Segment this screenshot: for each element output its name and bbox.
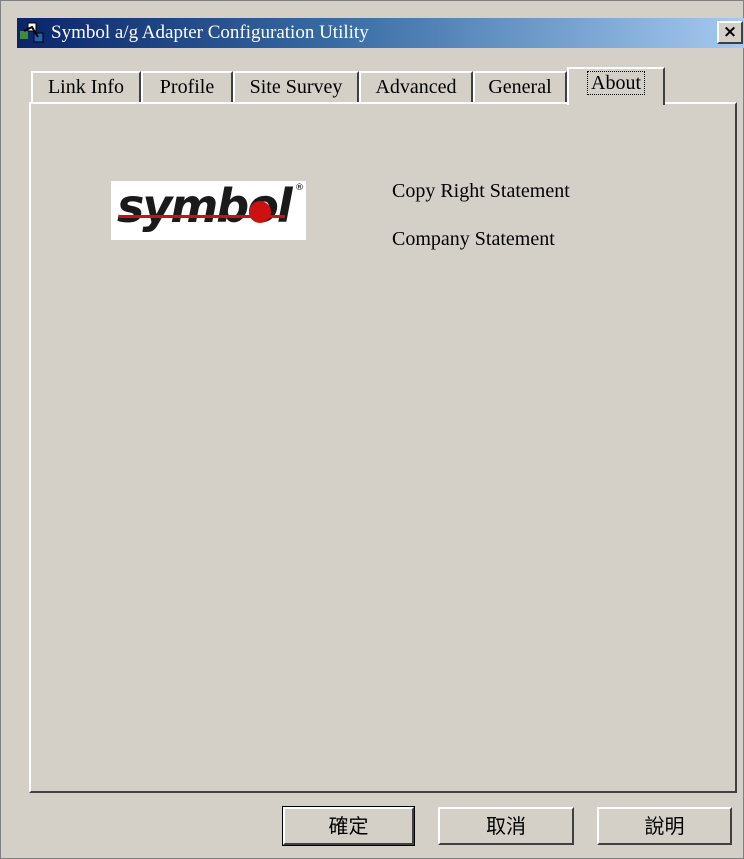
tab-label: Link Info <box>47 76 125 98</box>
config-utility-window: Symbol a/g Adapter Configuration Utility… <box>0 0 744 859</box>
ok-button[interactable]: 確定 <box>282 806 415 846</box>
company-statement: Company Statement <box>392 228 555 250</box>
title-bar[interactable]: Symbol a/g Adapter Configuration Utility… <box>17 18 744 48</box>
logo-line <box>119 215 285 218</box>
tab-label: About <box>587 71 645 95</box>
tab-label: General <box>488 76 552 98</box>
close-button[interactable]: × <box>717 21 743 44</box>
symbol-logo: symbol ® <box>111 179 306 240</box>
registered-mark: ® <box>295 183 304 193</box>
cancel-button[interactable]: 取消 <box>438 807 574 845</box>
tab-label: Profile <box>159 76 215 98</box>
tab-about[interactable]: About <box>567 67 665 105</box>
help-button[interactable]: 說明 <box>597 807 732 845</box>
about-panel: symbol ® Copy Right Statement Company St… <box>29 102 737 793</box>
tab-site-survey[interactable]: Site Survey <box>233 71 359 103</box>
copyright-statement: Copy Right Statement <box>392 180 570 202</box>
tab-profile[interactable]: Profile <box>141 71 233 103</box>
tab-label: Advanced <box>375 76 457 98</box>
close-icon: × <box>722 22 738 42</box>
logo-dot <box>249 201 271 223</box>
tab-label: Site Survey <box>249 76 343 98</box>
network-adapter-icon <box>19 21 45 45</box>
tab-general[interactable]: General <box>473 71 567 103</box>
tab-link-info[interactable]: Link Info <box>31 71 141 103</box>
tab-advanced[interactable]: Advanced <box>359 71 473 103</box>
window-title: Symbol a/g Adapter Configuration Utility <box>51 22 369 43</box>
